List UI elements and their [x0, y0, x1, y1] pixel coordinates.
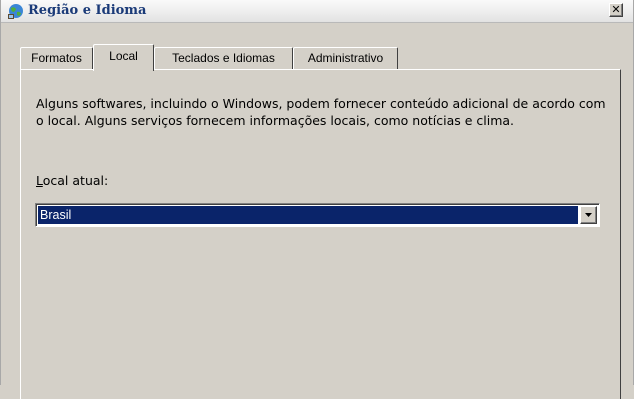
window-title: Região e Idioma	[28, 3, 147, 18]
current-location-dropdown[interactable]: Brasil	[35, 203, 600, 227]
label-text: ocal atual:	[42, 173, 109, 188]
label-accelerator: L	[36, 173, 43, 188]
close-icon: ✕	[611, 3, 621, 16]
dropdown-button[interactable]	[580, 206, 597, 224]
region-language-window: Região e Idioma ✕ Formatos Local Teclado…	[0, 0, 634, 399]
title-bar[interactable]: Região e Idioma ✕	[1, 0, 633, 23]
dropdown-selected-value[interactable]: Brasil	[38, 206, 578, 224]
tab-label: Teclados e Idiomas	[172, 51, 275, 65]
tab-teclados-e-idiomas[interactable]: Teclados e Idiomas	[154, 47, 293, 69]
location-description: Alguns softwares, incluindo o Windows, p…	[36, 96, 606, 128]
current-location-label: Local atual:	[36, 173, 108, 188]
tab-label: Formatos	[31, 51, 82, 65]
tab-administrativo[interactable]: Administrativo	[293, 47, 398, 69]
tab-local[interactable]: Local	[93, 44, 154, 71]
close-button[interactable]: ✕	[609, 3, 623, 17]
tab-label: Administrativo	[307, 51, 384, 65]
tab-label: Local	[109, 49, 138, 63]
globe-icon	[8, 4, 23, 19]
tab-formatos[interactable]: Formatos	[20, 47, 93, 69]
chevron-down-icon	[585, 213, 592, 217]
